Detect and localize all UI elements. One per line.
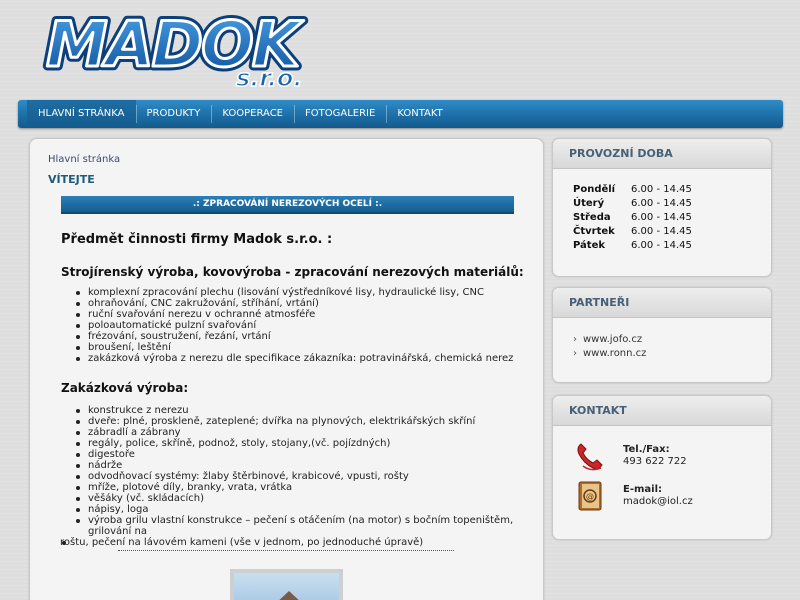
hours-day: Pátek	[573, 240, 606, 251]
opening-hours-table: Pondělí 6.00 - 14.45 Úterý 6.00 - 14.45 …	[573, 183, 692, 253]
list-item: konstrukce z nerezu	[74, 405, 543, 416]
product-photo[interactable]	[230, 569, 343, 600]
activity-heading: Předmět činnosti firmy Madok s.r.o. :	[61, 232, 333, 247]
main-content: Hlavní stránka VÍTEJTE .: ZPRACOVÁNÍ NER…	[29, 138, 544, 600]
nav-item-home[interactable]: HLAVNÍ STRÁNKA	[27, 100, 136, 128]
list-item: mříže, plotové díly, branky, vrata, vrát…	[74, 482, 543, 493]
section1-title: Strojírenský výroba, kovovýroba - zpraco…	[61, 265, 524, 279]
dotted-divider	[118, 550, 454, 551]
nav-item-cooperation[interactable]: KOOPERACE	[211, 100, 294, 128]
page-title: VÍTEJTE	[48, 173, 95, 186]
hours-row: Pondělí 6.00 - 14.45	[573, 183, 692, 197]
hours-day: Středa	[573, 212, 611, 223]
list-item: frézování, soustružení, řezání, vrtání	[74, 331, 513, 342]
list-item: dveře: plné, proskleně, zateplené; dvířk…	[74, 416, 543, 427]
hours-time: 6.00 - 14.45	[631, 240, 692, 251]
list-item: komplexní zpracování plechu (lisování vý…	[74, 287, 513, 298]
contact-box: KONTAKT Tel./Fax: 493 622 722 @ E-mail: …	[552, 395, 772, 540]
hours-day: Úterý	[573, 198, 605, 209]
address-book-icon: @	[578, 481, 602, 511]
madok-logo[interactable]: MADOK MADOK s.r.o.	[40, 6, 350, 92]
phone-icon	[577, 443, 603, 471]
partner-link[interactable]: www.jofo.cz	[573, 333, 646, 347]
opening-hours-title: PROVOZNÍ DOBA	[553, 139, 771, 169]
list-item: digestoře	[74, 449, 543, 460]
section-banner: .: ZPRACOVÁNÍ NEREZOVÝCH OCELÍ :.	[61, 196, 514, 214]
section2-title: Zakázková výroba:	[61, 381, 189, 395]
photo-building	[274, 591, 304, 600]
hours-day: Pondělí	[573, 184, 616, 195]
hours-row: Pátek 6.00 - 14.45	[573, 239, 692, 253]
list-item: výroba grilu vlastní konstrukce – pečení…	[74, 515, 543, 537]
hours-time: 6.00 - 14.45	[631, 212, 692, 223]
contact-phone-text: Tel./Fax: 493 622 722	[623, 444, 687, 468]
list-item: broušení, leštění	[74, 342, 513, 353]
phone-label: Tel./Fax:	[623, 444, 670, 455]
hours-time: 6.00 - 14.45	[631, 226, 692, 237]
list-item: odvodňovací systémy: žlaby štěrbinové, k…	[74, 471, 543, 482]
email-label: E-mail:	[623, 484, 663, 495]
nav-item-contact[interactable]: KONTAKT	[386, 100, 453, 128]
svg-text:@: @	[586, 492, 594, 501]
contact-email-text: E-mail: madok@iol.cz	[623, 484, 693, 508]
hours-day: Čtvrtek	[573, 226, 615, 237]
contact-email: @ E-mail: madok@iol.cz	[575, 480, 693, 512]
main-nav: HLAVNÍ STRÁNKA PRODUKTY KOOPERACE FOTOGA…	[18, 100, 783, 128]
email-value[interactable]: madok@iol.cz	[623, 496, 693, 508]
list-item: nápisy, loga	[74, 504, 543, 515]
section1-list: komplexní zpracování plechu (lisování vý…	[74, 287, 513, 364]
partners-title: PARTNEŘI	[553, 288, 771, 318]
section2-list: konstrukce z nerezu dveře: plné, proskle…	[60, 405, 543, 548]
partners-list: www.jofo.cz www.ronn.cz	[573, 333, 646, 361]
contact-title: KONTAKT	[553, 396, 771, 426]
list-item: zábradlí a zábrany	[74, 427, 543, 438]
list-item: zakázková výroba z nerezu dle specifikac…	[74, 353, 513, 364]
list-item: regály, police, skříně, podnož, stoly, s…	[74, 438, 543, 449]
hours-time: 6.00 - 14.45	[631, 184, 692, 195]
nav-item-gallery[interactable]: FOTOGALERIE	[294, 100, 386, 128]
opening-hours-box: PROVOZNÍ DOBA Pondělí 6.00 - 14.45 Úterý…	[552, 138, 772, 277]
logo-suffix: s.r.o.	[236, 64, 303, 92]
list-item: ruční svařování nerezu v ochranné atmosf…	[74, 309, 513, 320]
breadcrumb[interactable]: Hlavní stránka	[48, 154, 120, 165]
contact-phone: Tel./Fax: 493 622 722	[575, 440, 687, 472]
list-item: ohraňování, CNC zakružování, stříhání, v…	[74, 298, 513, 309]
list-item-continuation: roštu, pečení na lávovém kameni (vše v j…	[60, 537, 529, 548]
nav-item-products[interactable]: PRODUKTY	[135, 100, 212, 128]
phone-value[interactable]: 493 622 722	[623, 456, 687, 468]
list-item: věšáky (vč. skládacích)	[74, 493, 543, 504]
list-item: nádrže	[74, 460, 543, 471]
hours-row: Čtvrtek 6.00 - 14.45	[573, 225, 692, 239]
hours-row: Středa 6.00 - 14.45	[573, 211, 692, 225]
list-item: poloautomatické pulzní svařování	[74, 320, 513, 331]
partners-box: PARTNEŘI www.jofo.cz www.ronn.cz	[552, 287, 772, 383]
partner-link[interactable]: www.ronn.cz	[573, 347, 646, 361]
hours-row: Úterý 6.00 - 14.45	[573, 197, 692, 211]
hours-time: 6.00 - 14.45	[631, 198, 692, 209]
